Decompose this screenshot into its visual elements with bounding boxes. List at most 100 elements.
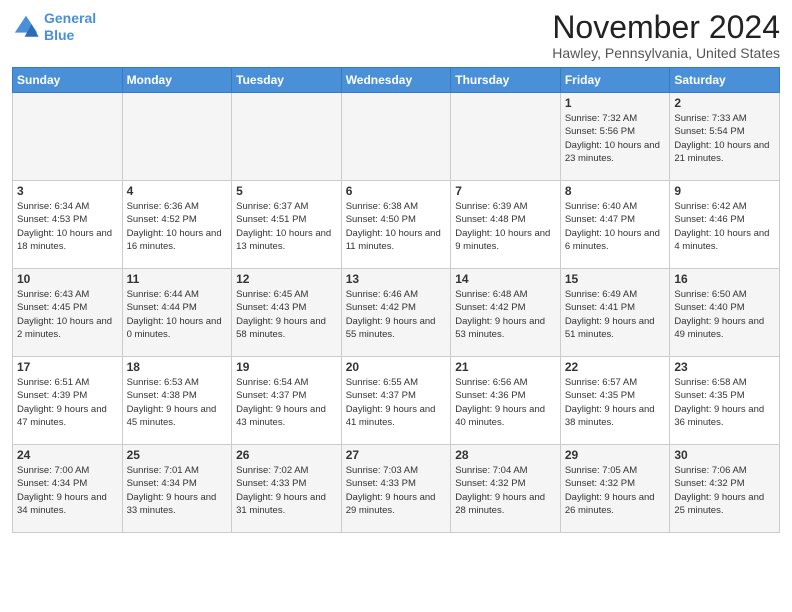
day-number: 22: [565, 360, 666, 374]
day-info: Sunrise: 6:50 AM Sunset: 4:40 PM Dayligh…: [674, 288, 775, 341]
day-info: Sunrise: 7:05 AM Sunset: 4:32 PM Dayligh…: [565, 464, 666, 517]
day-of-week-friday: Friday: [560, 68, 670, 93]
day-info: Sunrise: 6:48 AM Sunset: 4:42 PM Dayligh…: [455, 288, 556, 341]
day-number: 17: [17, 360, 118, 374]
day-number: 28: [455, 448, 556, 462]
day-cell: 7Sunrise: 6:39 AM Sunset: 4:48 PM Daylig…: [451, 181, 561, 269]
day-cell: 18 Sunrise: 6:53 AM Sunset: 4:38 PM Dayli…: [122, 357, 232, 445]
day-info: Sunrise: 7:06 AM Sunset: 4:32 PM Dayligh…: [674, 464, 775, 517]
day-cell: [232, 93, 342, 181]
day-of-week-monday: Monday: [122, 68, 232, 93]
day-cell: 27Sunrise: 7:03 AM Sunset: 4:33 PM Dayli…: [341, 445, 451, 533]
calendar-header-row: SundayMondayTuesdayWednesdayThursdayFrid…: [13, 68, 780, 93]
day-cell: 17 Sunrise: 6:51 AM Sunset: 4:39 PM Dayli…: [13, 357, 123, 445]
day-number: 9: [674, 184, 775, 198]
week-row-5: 24Sunrise: 7:00 AM Sunset: 4:34 PM Dayli…: [13, 445, 780, 533]
day-cell: 15 Sunrise: 6:49 AM Sunset: 4:41 PM Dayli…: [560, 269, 670, 357]
day-cell: 13Sunrise: 6:46 AM Sunset: 4:42 PM Dayli…: [341, 269, 451, 357]
day-cell: [13, 93, 123, 181]
day-number: 20: [346, 360, 447, 374]
day-info: Sunrise: 7:01 AM Sunset: 4:34 PM Dayligh…: [127, 464, 228, 517]
day-number: 5: [236, 184, 337, 198]
day-cell: 12Sunrise: 6:45 AM Sunset: 4:43 PM Dayli…: [232, 269, 342, 357]
day-cell: 3 Sunrise: 6:34 AM Sunset: 4:53 PM Daylig…: [13, 181, 123, 269]
day-number: 26: [236, 448, 337, 462]
logo-icon: [12, 13, 40, 41]
day-info: Sunrise: 6:37 AM Sunset: 4:51 PM Dayligh…: [236, 200, 337, 253]
day-info: Sunrise: 6:44 AM Sunset: 4:44 PM Dayligh…: [127, 288, 228, 341]
page-container: General Blue November 2024 Hawley, Penns…: [0, 0, 792, 539]
day-number: 18: [127, 360, 228, 374]
day-cell: 11 Sunrise: 6:44 AM Sunset: 4:44 PM Dayli…: [122, 269, 232, 357]
day-cell: 25 Sunrise: 7:01 AM Sunset: 4:34 PM Dayli…: [122, 445, 232, 533]
day-of-week-thursday: Thursday: [451, 68, 561, 93]
day-info: Sunrise: 6:34 AM Sunset: 4:53 PM Dayligh…: [17, 200, 118, 253]
day-cell: 21Sunrise: 6:56 AM Sunset: 4:36 PM Dayli…: [451, 357, 561, 445]
day-info: Sunrise: 6:49 AM Sunset: 4:41 PM Dayligh…: [565, 288, 666, 341]
day-number: 4: [127, 184, 228, 198]
location: Hawley, Pennsylvania, United States: [552, 45, 780, 61]
day-info: Sunrise: 7:02 AM Sunset: 4:33 PM Dayligh…: [236, 464, 337, 517]
month-title: November 2024: [552, 10, 780, 45]
day-number: 11: [127, 272, 228, 286]
day-cell: 9 Sunrise: 6:42 AM Sunset: 4:46 PM Daylig…: [670, 181, 780, 269]
day-cell: 6 Sunrise: 6:38 AM Sunset: 4:50 PM Daylig…: [341, 181, 451, 269]
day-number: 24: [17, 448, 118, 462]
day-number: 14: [455, 272, 556, 286]
day-cell: 22 Sunrise: 6:57 AM Sunset: 4:35 PM Dayli…: [560, 357, 670, 445]
day-cell: 2 Sunrise: 7:33 AM Sunset: 5:54 PM Daylig…: [670, 93, 780, 181]
day-number: 6: [346, 184, 447, 198]
day-of-week-saturday: Saturday: [670, 68, 780, 93]
calendar-table: SundayMondayTuesdayWednesdayThursdayFrid…: [12, 67, 780, 533]
day-cell: 20 Sunrise: 6:55 AM Sunset: 4:37 PM Dayli…: [341, 357, 451, 445]
day-info: Sunrise: 6:57 AM Sunset: 4:35 PM Dayligh…: [565, 376, 666, 429]
day-info: Sunrise: 7:03 AM Sunset: 4:33 PM Dayligh…: [346, 464, 447, 517]
day-number: 25: [127, 448, 228, 462]
page-header: General Blue November 2024 Hawley, Penns…: [12, 10, 780, 61]
day-number: 15: [565, 272, 666, 286]
day-of-week-tuesday: Tuesday: [232, 68, 342, 93]
day-info: Sunrise: 6:42 AM Sunset: 4:46 PM Dayligh…: [674, 200, 775, 253]
day-number: 7: [455, 184, 556, 198]
day-info: Sunrise: 6:55 AM Sunset: 4:37 PM Dayligh…: [346, 376, 447, 429]
day-cell: 28 Sunrise: 7:04 AM Sunset: 4:32 PM Dayli…: [451, 445, 561, 533]
day-number: 16: [674, 272, 775, 286]
day-info: Sunrise: 7:33 AM Sunset: 5:54 PM Dayligh…: [674, 112, 775, 165]
day-cell: 29Sunrise: 7:05 AM Sunset: 4:32 PM Dayli…: [560, 445, 670, 533]
day-number: 21: [455, 360, 556, 374]
day-info: Sunrise: 6:58 AM Sunset: 4:35 PM Dayligh…: [674, 376, 775, 429]
day-info: Sunrise: 7:32 AM Sunset: 5:56 PM Dayligh…: [565, 112, 666, 165]
week-row-2: 3 Sunrise: 6:34 AM Sunset: 4:53 PM Daylig…: [13, 181, 780, 269]
day-cell: 30 Sunrise: 7:06 AM Sunset: 4:32 PM Dayli…: [670, 445, 780, 533]
day-cell: 14 Sunrise: 6:48 AM Sunset: 4:42 PM Dayli…: [451, 269, 561, 357]
week-row-1: 1 Sunrise: 7:32 AM Sunset: 5:56 PM Daylig…: [13, 93, 780, 181]
week-row-4: 17 Sunrise: 6:51 AM Sunset: 4:39 PM Dayli…: [13, 357, 780, 445]
day-number: 8: [565, 184, 666, 198]
logo: General Blue: [12, 10, 96, 44]
day-number: 2: [674, 96, 775, 110]
day-cell: 1 Sunrise: 7:32 AM Sunset: 5:56 PM Daylig…: [560, 93, 670, 181]
day-info: Sunrise: 6:40 AM Sunset: 4:47 PM Dayligh…: [565, 200, 666, 253]
day-of-week-wednesday: Wednesday: [341, 68, 451, 93]
title-block: November 2024 Hawley, Pennsylvania, Unit…: [552, 10, 780, 61]
day-info: Sunrise: 6:51 AM Sunset: 4:39 PM Dayligh…: [17, 376, 118, 429]
day-info: Sunrise: 6:38 AM Sunset: 4:50 PM Dayligh…: [346, 200, 447, 253]
day-info: Sunrise: 6:53 AM Sunset: 4:38 PM Dayligh…: [127, 376, 228, 429]
day-number: 12: [236, 272, 337, 286]
day-cell: 19 Sunrise: 6:54 AM Sunset: 4:37 PM Dayli…: [232, 357, 342, 445]
day-number: 1: [565, 96, 666, 110]
day-cell: [122, 93, 232, 181]
day-cell: 8 Sunrise: 6:40 AM Sunset: 4:47 PM Daylig…: [560, 181, 670, 269]
day-cell: 24Sunrise: 7:00 AM Sunset: 4:34 PM Dayli…: [13, 445, 123, 533]
day-number: 23: [674, 360, 775, 374]
day-number: 30: [674, 448, 775, 462]
day-number: 13: [346, 272, 447, 286]
day-cell: 26 Sunrise: 7:02 AM Sunset: 4:33 PM Dayli…: [232, 445, 342, 533]
day-info: Sunrise: 7:04 AM Sunset: 4:32 PM Dayligh…: [455, 464, 556, 517]
day-number: 3: [17, 184, 118, 198]
day-number: 19: [236, 360, 337, 374]
day-info: Sunrise: 6:54 AM Sunset: 4:37 PM Dayligh…: [236, 376, 337, 429]
day-cell: 10Sunrise: 6:43 AM Sunset: 4:45 PM Dayli…: [13, 269, 123, 357]
week-row-3: 10Sunrise: 6:43 AM Sunset: 4:45 PM Dayli…: [13, 269, 780, 357]
day-info: Sunrise: 6:43 AM Sunset: 4:45 PM Dayligh…: [17, 288, 118, 341]
